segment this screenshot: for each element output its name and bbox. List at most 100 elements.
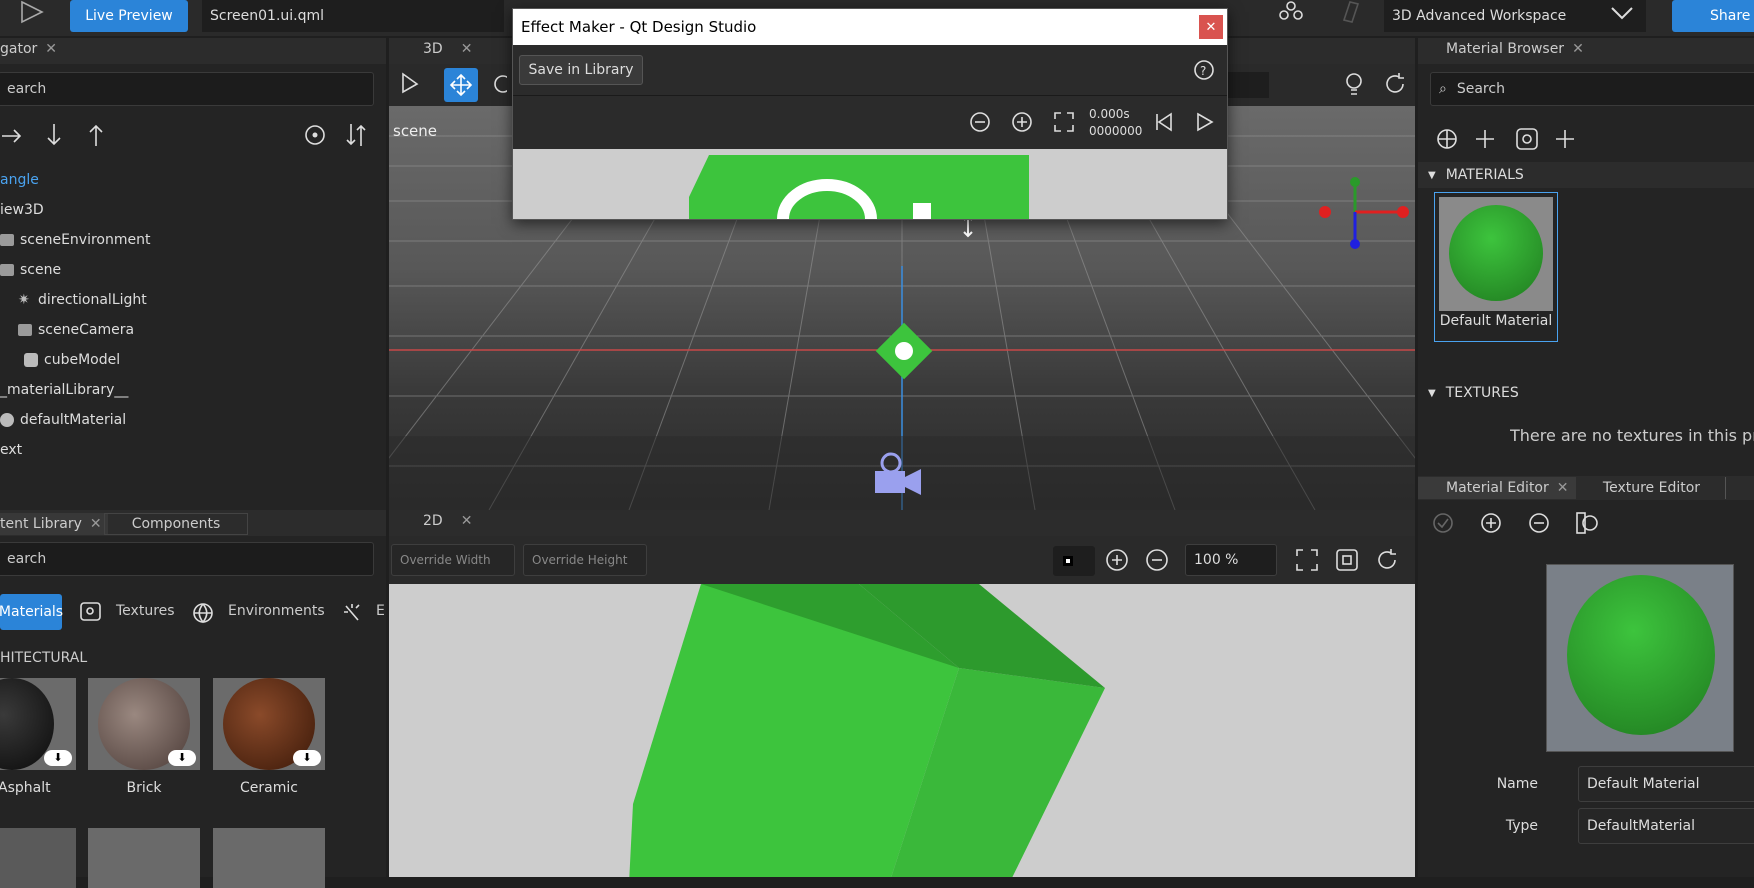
- tab-materials[interactable]: Materials: [0, 594, 64, 630]
- zoom-value: 100 %: [1194, 552, 1239, 568]
- dialog-close-button[interactable]: ✕: [1199, 15, 1223, 39]
- restart-icon[interactable]: [1153, 111, 1175, 133]
- sort-icon[interactable]: [344, 122, 368, 148]
- download-icon[interactable]: ⬇: [44, 750, 72, 766]
- tree-item-sceneenvironment[interactable]: sceneEnvironment: [0, 228, 150, 252]
- close-icon[interactable]: ✕: [1557, 480, 1569, 496]
- close-icon[interactable]: ✕: [461, 513, 473, 529]
- tree-item-materiallibrary[interactable]: _materialLibrary__: [0, 378, 128, 402]
- sphere-preview: [1449, 205, 1543, 301]
- tree-item-scenecamera[interactable]: sceneCamera: [18, 318, 134, 342]
- zoom-in-icon[interactable]: [1105, 548, 1129, 572]
- play-icon[interactable]: [1193, 111, 1215, 133]
- live-preview-button[interactable]: Live Preview: [70, 0, 188, 32]
- material-thumb-row2-2[interactable]: [88, 828, 200, 888]
- textures-section-header[interactable]: ▼ TEXTURES: [1418, 380, 1754, 406]
- reset-view-icon[interactable]: [1375, 548, 1399, 572]
- add-material-icon[interactable]: [1474, 128, 1496, 150]
- content-search-input[interactable]: earch: [0, 542, 374, 576]
- texture-icon[interactable]: [1516, 128, 1538, 150]
- canvas-2d[interactable]: [389, 584, 1415, 877]
- material-preview[interactable]: [1546, 564, 1734, 752]
- preview-env-icon[interactable]: [1576, 512, 1598, 534]
- tab-components[interactable]: Components: [104, 513, 248, 535]
- reset-icon[interactable]: [1383, 72, 1407, 96]
- tree-item-rectangle[interactable]: angle: [0, 168, 39, 192]
- override-height-input[interactable]: Override Height: [523, 544, 647, 576]
- run-icon[interactable]: [18, 0, 48, 24]
- rotate-tool-icon[interactable]: [491, 74, 507, 96]
- fit-screen-icon[interactable]: [1295, 548, 1319, 572]
- light-icon: ✷: [18, 292, 30, 308]
- remove-icon[interactable]: [1528, 512, 1550, 534]
- arrow-down-icon[interactable]: [44, 122, 64, 148]
- camera-gizmo[interactable]: [869, 451, 929, 501]
- tab-effects[interactable]: E: [376, 603, 386, 619]
- arrow-right-icon[interactable]: [0, 126, 26, 146]
- section-architectural[interactable]: HITECTURAL: [0, 650, 87, 666]
- axis-gizmo[interactable]: [1313, 172, 1413, 252]
- checker-icon: [1063, 556, 1073, 566]
- close-icon[interactable]: ✕: [461, 41, 473, 57]
- light-bulb-icon[interactable]: [1343, 72, 1365, 98]
- apply-icon[interactable]: [1432, 512, 1454, 534]
- close-icon[interactable]: ✕: [45, 41, 57, 57]
- materials-section-header[interactable]: ▼ MATERIALS: [1418, 162, 1754, 188]
- tab-3d[interactable]: 3D ✕: [423, 41, 472, 57]
- zoom-in-icon[interactable]: [1011, 111, 1033, 133]
- effect-preview[interactable]: [513, 149, 1227, 219]
- tree-item-directionallight[interactable]: ✷ directionalLight: [18, 288, 147, 312]
- material-default[interactable]: Default Material: [1434, 192, 1558, 342]
- fit-selection-icon[interactable]: [1335, 548, 1359, 572]
- save-in-library-button[interactable]: Save in Library: [519, 55, 643, 85]
- tab-content-library[interactable]: tent Library ✕: [0, 513, 108, 535]
- collapse-icon: ▼: [1428, 387, 1436, 399]
- file-name[interactable]: Screen01.ui.qml: [202, 0, 504, 32]
- material-thumb-row2-1[interactable]: [0, 828, 76, 888]
- zoom-select[interactable]: 100 %: [1185, 544, 1277, 576]
- tree-item-text[interactable]: ext: [0, 438, 22, 462]
- apply-material-icon[interactable]: [1436, 128, 1458, 150]
- fit-icon[interactable]: [1053, 111, 1075, 133]
- background-color-select[interactable]: [1053, 546, 1095, 576]
- close-icon[interactable]: ✕: [90, 516, 102, 532]
- tree-item-defaultmaterial[interactable]: defaultMaterial: [0, 408, 126, 432]
- add-texture-icon[interactable]: [1554, 128, 1576, 150]
- qds-icon[interactable]: [1338, 0, 1362, 24]
- download-icon[interactable]: ⬇: [168, 750, 196, 766]
- tree-item-view3d[interactable]: iew3D: [0, 198, 44, 222]
- download-icon[interactable]: ⬇: [293, 750, 321, 766]
- material-asphalt[interactable]: ⬇ Asphalt: [0, 678, 76, 796]
- directional-light-gizmo[interactable]: [869, 316, 939, 386]
- tab-textures[interactable]: Textures: [116, 603, 175, 619]
- tab-material-editor[interactable]: Material Editor ✕: [1418, 477, 1576, 499]
- material-thumb-row2-3[interactable]: [213, 828, 325, 888]
- tree-item-scene[interactable]: scene: [0, 258, 61, 282]
- tab-navigator[interactable]: gator ✕: [0, 41, 57, 57]
- material-brick[interactable]: ⬇ Brick: [88, 678, 200, 796]
- zoom-out-icon[interactable]: [969, 111, 991, 133]
- add-icon[interactable]: [1480, 512, 1502, 534]
- help-icon[interactable]: ?: [1193, 59, 1215, 81]
- material-search-input[interactable]: ⌕ Search: [1430, 72, 1754, 106]
- select-icon[interactable]: [399, 72, 421, 96]
- workspace-select[interactable]: 3D Advanced Workspace: [1384, 0, 1646, 32]
- tree-item-cubemodel[interactable]: cubeModel: [18, 348, 120, 372]
- tab-texture-editor[interactable]: Texture Editor: [1578, 477, 1726, 499]
- name-input[interactable]: Default Material: [1578, 766, 1754, 802]
- move-tool-button[interactable]: [444, 68, 478, 102]
- zoom-out-icon[interactable]: [1145, 548, 1169, 572]
- eye-icon[interactable]: [302, 124, 328, 146]
- navigator-search-input[interactable]: earch: [0, 72, 374, 106]
- tab-material-browser[interactable]: Material Browser ✕: [1446, 41, 1584, 57]
- tab-2d[interactable]: 2D ✕: [423, 513, 472, 529]
- arrow-up-icon[interactable]: [86, 122, 106, 148]
- tab-environments[interactable]: Environments: [228, 603, 325, 619]
- close-icon[interactable]: ✕: [1572, 41, 1584, 57]
- type-input[interactable]: DefaultMaterial: [1578, 808, 1754, 844]
- components-icon[interactable]: [1278, 0, 1304, 24]
- share-button[interactable]: Share: [1672, 0, 1754, 32]
- material-ceramic[interactable]: ⬇ Ceramic: [213, 678, 325, 796]
- tab-label: Materials: [0, 604, 64, 620]
- override-width-input[interactable]: Override Width: [391, 544, 515, 576]
